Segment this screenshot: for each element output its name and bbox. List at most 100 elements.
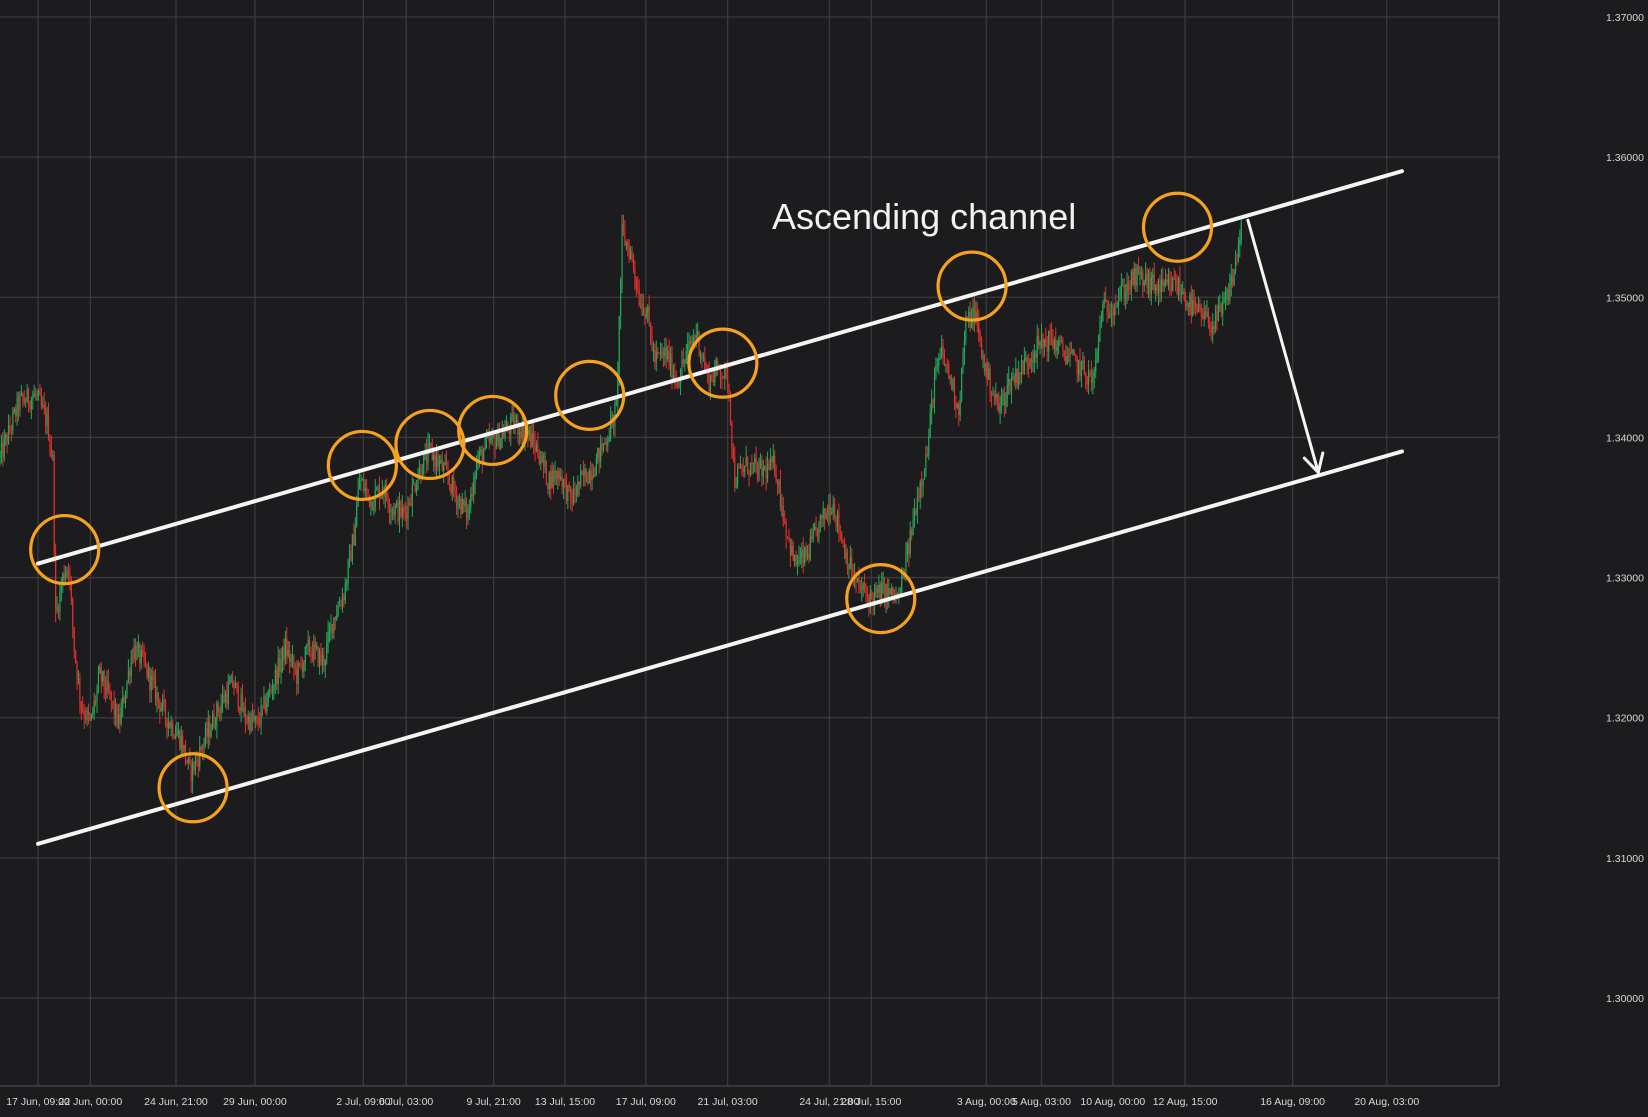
candle-body	[154, 678, 157, 702]
candle-body	[601, 443, 603, 451]
candle-body	[213, 713, 215, 727]
candle-body	[972, 306, 974, 321]
candle-body	[1240, 222, 1242, 241]
candle-body	[196, 758, 198, 760]
candle-body	[737, 467, 739, 486]
candle-body	[792, 545, 794, 561]
candle-body	[1137, 265, 1140, 275]
candle-body	[697, 331, 699, 336]
candle-body	[889, 588, 891, 595]
candle-body	[540, 462, 542, 464]
candle-body	[1043, 339, 1045, 348]
candle-body	[1206, 311, 1208, 317]
candle-body	[915, 510, 917, 515]
candle-body	[5, 435, 7, 439]
candle-body	[968, 312, 970, 318]
candle-body	[1110, 313, 1113, 315]
candle-body	[463, 498, 465, 506]
candle-body	[346, 582, 348, 584]
candle-body	[132, 657, 134, 659]
candle-body	[323, 655, 325, 666]
candle-body	[542, 455, 545, 467]
candle-body	[618, 316, 620, 374]
candle-body	[1023, 359, 1025, 374]
candle-body	[1139, 273, 1141, 275]
candle-body	[647, 306, 649, 314]
candle-body	[1005, 398, 1007, 406]
candle-body	[411, 484, 413, 506]
candle-body	[786, 536, 789, 538]
y-tick-label: 1.32000	[1606, 713, 1644, 725]
candle-body	[759, 461, 762, 464]
candle-body	[408, 501, 411, 504]
candle-body	[230, 676, 232, 683]
candle-body	[458, 498, 461, 501]
candle-body	[806, 554, 809, 557]
candle-body	[303, 662, 305, 672]
candle-body	[749, 462, 752, 475]
candle-body	[832, 504, 834, 513]
candle-body	[1119, 295, 1121, 299]
candle-body	[515, 418, 518, 424]
candle-body	[1016, 369, 1018, 385]
candle-body	[393, 510, 395, 516]
candle-body	[520, 431, 522, 438]
candle-body	[73, 627, 75, 652]
candle-body	[50, 446, 52, 456]
candle-body	[100, 667, 102, 681]
candle-body	[149, 667, 151, 691]
candle-body	[106, 680, 108, 693]
candle-body	[162, 699, 164, 709]
candle-body	[190, 762, 192, 782]
candle-body	[257, 718, 259, 724]
candle-body	[234, 682, 237, 689]
candle-body	[453, 476, 455, 490]
candle-body	[93, 700, 95, 713]
x-tick-label: 29 Jun, 00:00	[223, 1096, 287, 1108]
candle-body	[80, 702, 82, 709]
candle-body	[846, 551, 849, 570]
candle-body	[37, 391, 40, 395]
candle-body	[1072, 349, 1074, 354]
candle-body	[233, 686, 235, 689]
candle-body	[413, 483, 415, 485]
candle-body	[284, 639, 286, 661]
candle-body	[834, 504, 836, 518]
candle-body	[1045, 339, 1047, 346]
candle-body	[450, 484, 452, 494]
candle-body	[136, 647, 138, 660]
candle-body	[214, 726, 217, 728]
candle-body	[1227, 289, 1229, 301]
candle-body	[296, 669, 298, 684]
candle-body	[239, 708, 241, 712]
candle-body	[179, 730, 181, 749]
candle-body	[170, 722, 172, 728]
candle-body	[978, 321, 980, 335]
candle-body	[1175, 278, 1177, 286]
candle-body	[244, 707, 246, 723]
candle-body	[353, 534, 355, 546]
candle-body	[1150, 277, 1152, 294]
candle-body	[989, 368, 991, 395]
candle-body	[588, 470, 590, 484]
candle-body	[17, 397, 20, 410]
candle-body	[771, 458, 773, 463]
candle-body	[1200, 308, 1202, 317]
candle-body	[859, 586, 861, 590]
candle-body	[551, 470, 553, 489]
candle-body	[307, 640, 309, 646]
candle-body	[211, 713, 214, 730]
candle-body	[762, 467, 764, 477]
candle-body	[848, 567, 850, 570]
candle-body	[963, 340, 966, 353]
candle-body	[113, 701, 115, 716]
candle-body	[438, 461, 441, 467]
candle-body	[1182, 291, 1184, 295]
candle-body	[241, 694, 244, 712]
candle-body	[819, 515, 821, 522]
candle-body	[936, 364, 938, 366]
candle-body	[475, 462, 478, 476]
candle-body	[1002, 393, 1004, 398]
candle-body	[1193, 300, 1195, 303]
candle-body	[689, 341, 692, 345]
